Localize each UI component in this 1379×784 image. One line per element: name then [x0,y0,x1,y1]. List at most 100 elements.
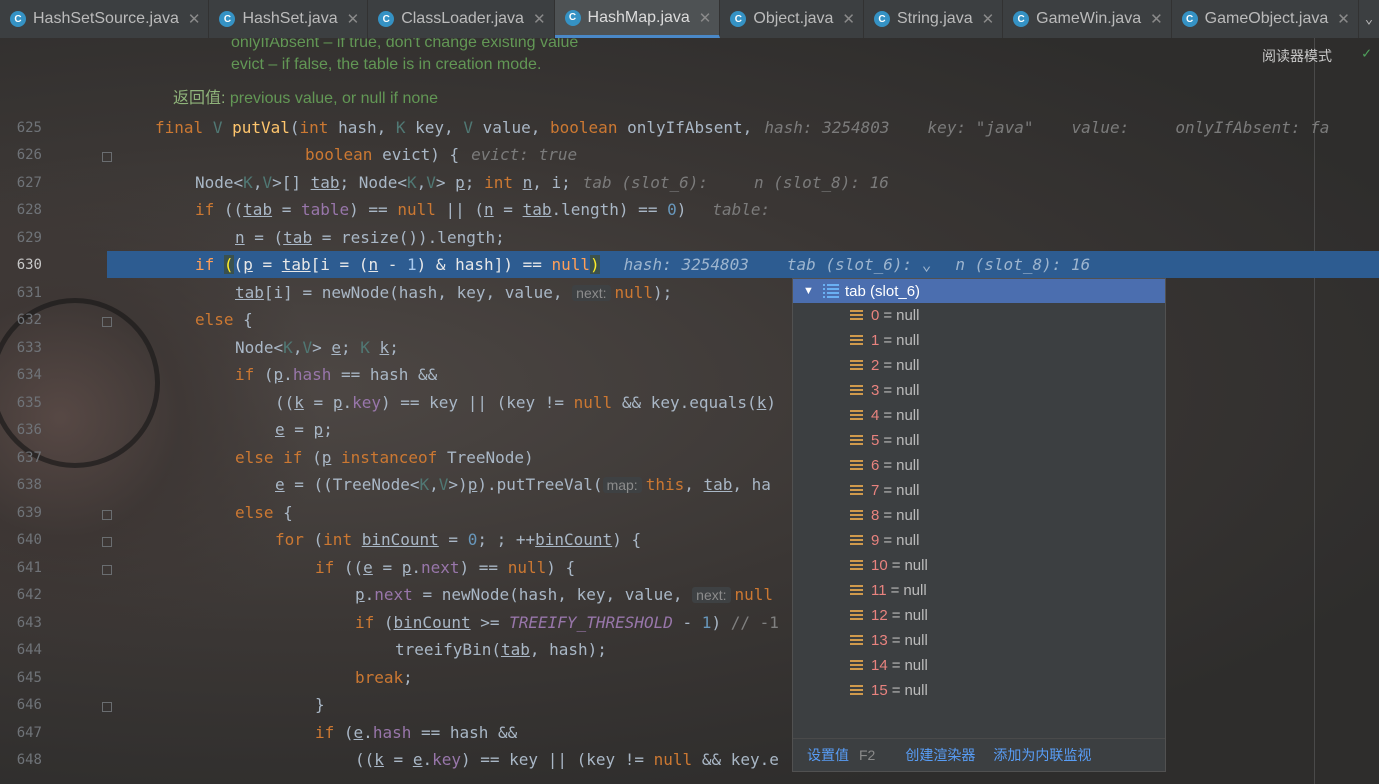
fold-marker-icon[interactable] [102,152,112,162]
tab-gamewin[interactable]: C GameWin.java ✕ [1003,0,1172,38]
fold-marker-icon[interactable] [102,702,112,712]
line-number-current: 630 [16,257,42,273]
list-item[interactable]: 4 = null [793,403,1165,428]
line-number: 636 [16,422,42,438]
list-item[interactable]: 10 = null [793,553,1165,578]
close-icon[interactable]: ✕ [842,10,855,28]
code-line-630: if ((p = tab[i = (n - 1) & hash]) == nul… [195,255,1091,274]
tab-hashset[interactable]: C HashSet.java ✕ [209,0,369,38]
list-item[interactable]: 12 = null [793,603,1165,628]
close-icon[interactable]: ✕ [533,10,546,28]
code-line-633: Node<K,V> e; K k; [235,338,399,357]
code-line-643: if (binCount >= TREEIFY_THRESHOLD - 1) /… [355,613,779,632]
code-line-627: Node<K,V>[] tab; Node<K,V> p; int n, i; t… [195,173,889,192]
list-item[interactable]: 15 = null [793,678,1165,703]
debug-hint-expandable[interactable]: tab (slot_6): ⌄ [787,255,932,274]
list-item[interactable]: 3 = null [793,378,1165,403]
close-icon[interactable]: ✕ [1150,10,1163,28]
list-item[interactable]: 7 = null [793,478,1165,503]
line-number: 646 [16,697,42,713]
list-item[interactable]: 1 = null [793,328,1165,353]
field-icon [850,409,863,422]
close-icon[interactable]: ✕ [347,10,360,28]
code-line-637: else if (p instanceof TreeNode) [235,448,534,467]
javadoc-return: 返回值: previous value, or null if none [173,90,439,107]
debug-hint: tab (slot_6): [582,173,709,192]
close-icon[interactable]: ✕ [1337,10,1350,28]
debug-hint: n (slot_8): 16 [754,173,889,192]
debug-hint: hash: 3254803 [623,255,749,274]
add-inline-watch-link[interactable]: 添加为内联监视 [993,745,1091,765]
close-icon[interactable]: ✕ [982,10,995,28]
tab-gameobject[interactable]: C GameObject.java ✕ [1172,0,1359,38]
field-icon [850,634,863,647]
code-line-641: if ((e = p.next) == null) { [315,558,576,577]
fold-marker-icon[interactable] [102,317,112,327]
line-number: 648 [16,752,42,768]
field-icon [850,359,863,372]
set-value-link[interactable]: 设置值 [807,745,849,765]
tab-hashsetsource[interactable]: C HashSetSource.java ✕ [0,0,210,38]
create-renderer-link[interactable]: 创建渲染器 [905,745,975,765]
field-icon [850,684,863,697]
class-file-icon: C [10,11,26,27]
line-number: 627 [16,175,42,191]
close-icon[interactable]: ✕ [699,9,712,27]
list-item[interactable]: 5 = null [793,428,1165,453]
tab-classloader[interactable]: C ClassLoader.java ✕ [368,0,555,38]
gutter[interactable]: 625 626 627 628 629 630 631 632 633 634 … [0,38,112,784]
list-item[interactable]: 13 = null [793,628,1165,653]
list-item[interactable]: 9 = null [793,528,1165,553]
fold-marker-icon[interactable] [102,510,112,520]
field-icon [850,384,863,397]
code-line-648: ((k = e.key) == key || (key != null && k… [355,750,779,769]
tab-object[interactable]: C Object.java ✕ [720,0,864,38]
array-icon [823,283,841,299]
code-editor[interactable]: onlyIfAbsent – if true, don't change exi… [0,38,1379,784]
field-icon [850,659,863,672]
list-item[interactable]: 14 = null [793,653,1165,678]
line-number: 645 [16,670,42,686]
code-line-642: p.next = newNode(hash, key, value, next:… [355,585,774,604]
line-number: 635 [16,395,42,411]
field-icon [850,484,863,497]
line-number: 631 [16,285,42,301]
code-line-645: break; [355,668,413,687]
line-number: 628 [16,202,42,218]
popup-footer: 设置值 F2 创建渲染器 添加为内联监视 [793,738,1165,771]
param-hint: map: [602,477,642,493]
code-line-638: e = ((TreeNode<K,V>)p).putTreeVal(map: th… [275,475,771,494]
javadoc-param-evict: evict – if false, the table is in creati… [231,56,542,73]
code-line-628: if ((tab = table) == null || (n = tab.le… [195,200,771,219]
debug-hint: value: [1071,118,1130,137]
fold-marker-icon[interactable] [102,565,112,575]
reader-mode-button[interactable]: 阅读器模式 [1262,46,1332,66]
chevron-down-icon[interactable]: ▼ [803,285,817,297]
list-item[interactable]: 0 = null [793,303,1165,328]
field-icon [850,459,863,472]
field-icon [850,584,863,597]
line-number: 643 [16,615,42,631]
field-icon [850,609,863,622]
check-icon: ✓ [1362,44,1372,62]
debug-hint: key: "java" [927,118,1034,137]
list-item[interactable]: 8 = null [793,503,1165,528]
chevron-down-icon[interactable]: ⌄ [1359,0,1379,38]
field-icon [850,434,863,447]
list-item[interactable]: 6 = null [793,453,1165,478]
field-icon [850,534,863,547]
tab-string[interactable]: C String.java ✕ [864,0,1004,38]
list-item[interactable]: 2 = null [793,353,1165,378]
popup-tree-root[interactable]: ▼ tab (slot_6) [793,279,1165,303]
fold-marker-icon[interactable] [102,537,112,547]
code-line-634: if (p.hash == hash && [235,365,438,384]
tab-hashmap[interactable]: C HashMap.java ✕ [554,0,721,38]
list-item[interactable]: 11 = null [793,578,1165,603]
line-number: 642 [16,587,42,603]
code-line-631: tab[i] = newNode(hash, key, value, next:… [235,283,673,302]
class-file-icon: C [730,11,747,27]
close-icon[interactable]: ✕ [188,10,201,28]
debug-value-popup[interactable]: ▼ tab (slot_6) 0 = null 1 = null 2 = null 3 = nu… [792,278,1166,772]
code-line-635: ((k = p.key) == key || (key != null && k… [275,393,776,412]
line-number: 640 [16,532,42,548]
